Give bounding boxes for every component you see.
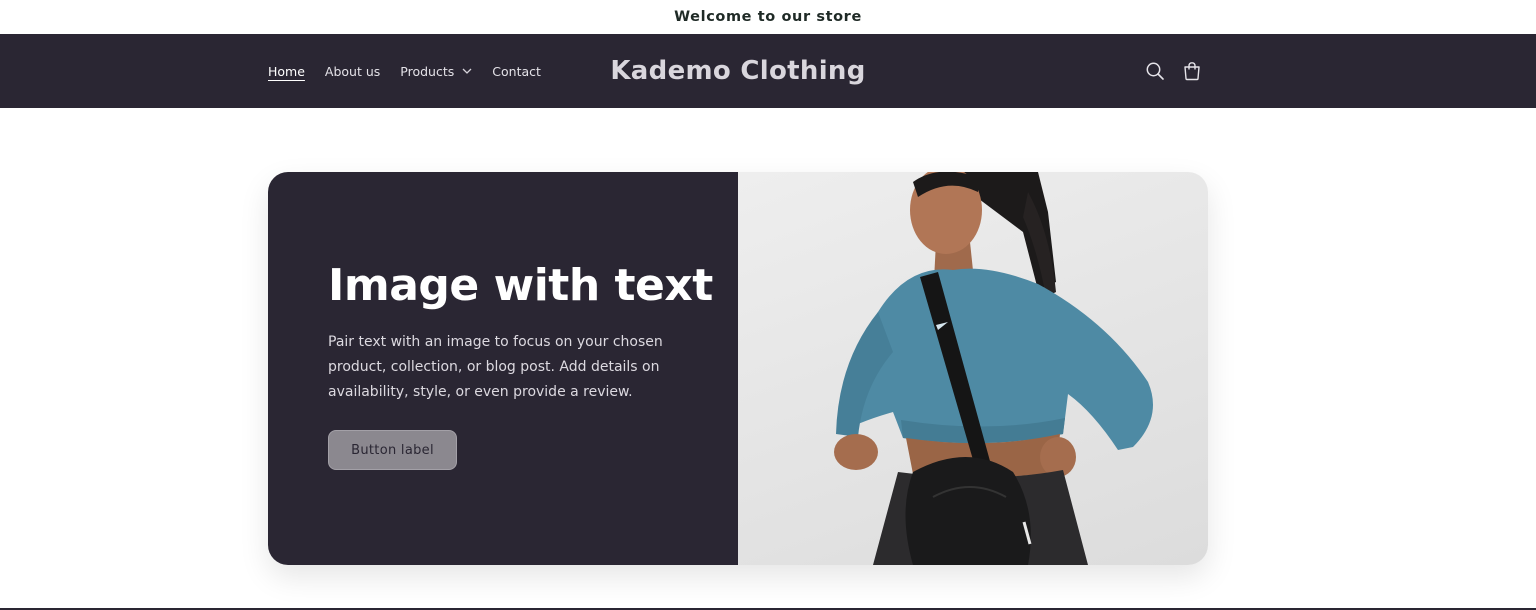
section-body: Pair text with an image to focus on your…	[328, 334, 663, 400]
image-with-text-section: Image with text Pair text with an image …	[268, 172, 1208, 565]
section-heading: Image with text	[328, 260, 713, 311]
store-logo[interactable]: Kademo Clothing	[588, 34, 888, 108]
nav-products[interactable]: Products	[400, 64, 472, 79]
model-photo-illustration	[834, 172, 1153, 565]
announcement-text: Welcome to our store	[674, 9, 862, 25]
nav-home[interactable]: Home	[268, 64, 305, 79]
site-header: Home About us Products Contact Kademo Cl…	[0, 34, 1536, 108]
announcement-bar: Welcome to our store	[0, 0, 1536, 34]
main-nav: Home About us Products Contact	[268, 34, 561, 108]
product-image	[738, 172, 1208, 565]
search-icon	[1146, 62, 1164, 80]
nav-contact[interactable]: Contact	[492, 64, 541, 79]
text-panel: Image with text Pair text with an image …	[268, 172, 738, 565]
search-button[interactable]	[1140, 56, 1170, 86]
nav-products-label: Products	[400, 63, 455, 79]
cart-icon	[1184, 62, 1200, 81]
nav-about-us[interactable]: About us	[325, 64, 380, 79]
cta-button[interactable]: Button label	[328, 430, 457, 470]
chevron-down-icon	[462, 68, 472, 74]
cart-button[interactable]	[1177, 56, 1207, 86]
